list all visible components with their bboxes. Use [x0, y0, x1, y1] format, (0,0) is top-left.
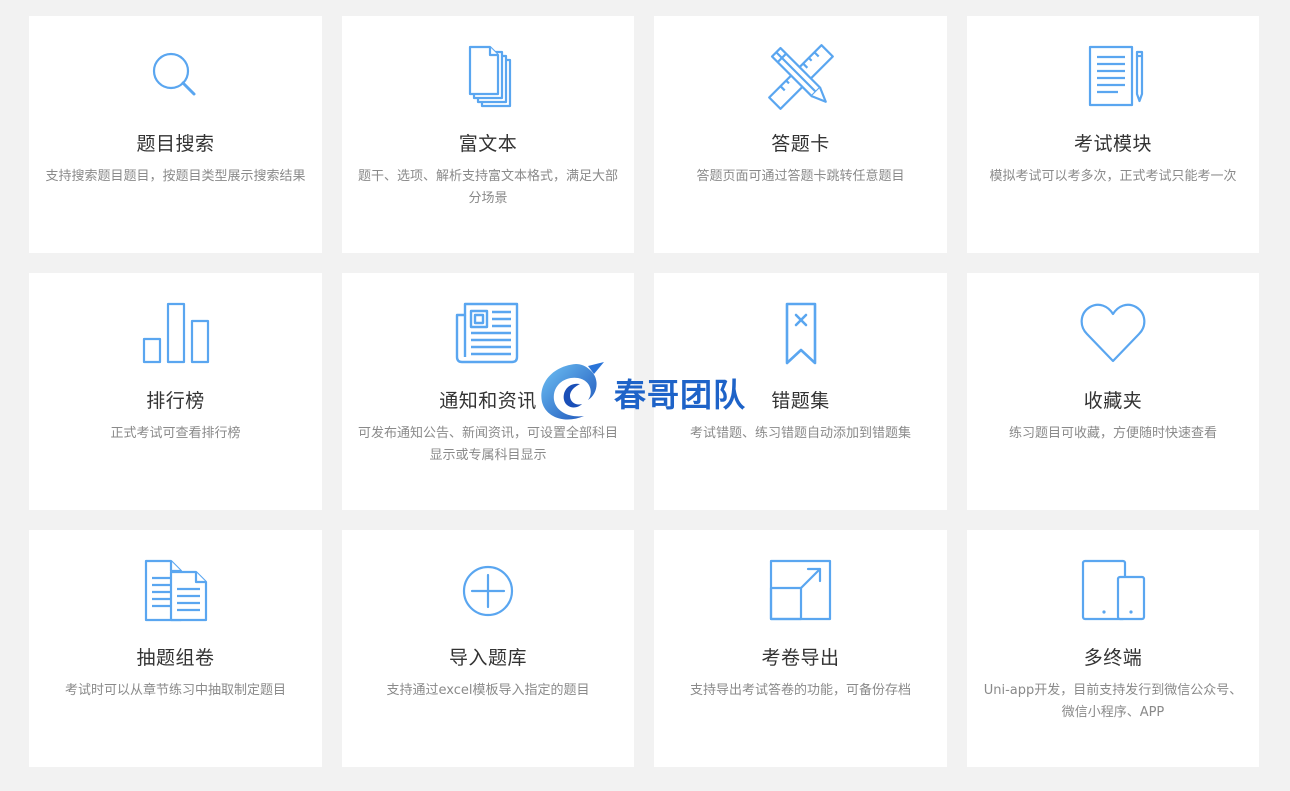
card-description: 题干、选项、解析支持富文本格式，满足大部分场景 — [357, 169, 618, 206]
card-description: 考试错题、练习错题自动添加到错题集 — [689, 426, 911, 441]
feature-card-random-paper[interactable]: 抽题组卷 考试时可以从章节练习中抽取制定题目 — [29, 530, 322, 767]
card-title: 考试模块 — [1073, 133, 1152, 155]
feature-card-favorites[interactable]: 收藏夹 练习题目可收藏，方便随时快速查看 — [967, 273, 1259, 510]
card-description: 模拟考试可以考多次，正式考试只能考一次 — [989, 169, 1237, 184]
heart-icon — [1078, 301, 1148, 367]
document-stack-icon — [141, 558, 211, 624]
card-description: 可发布通知公告、新闻资讯，可设置全部科目显示或专属科目显示 — [357, 426, 618, 463]
card-title: 导入题库 — [448, 647, 527, 669]
card-description: 考试时可以从章节练习中抽取制定题目 — [64, 683, 286, 698]
card-title: 富文本 — [458, 133, 518, 155]
feature-card-search[interactable]: 题目搜索 支持搜索题目题目，按题目类型展示搜索结果 — [29, 16, 322, 253]
card-description: Uni-app开发，目前支持发行到微信公众号、微信小程序、APP — [983, 683, 1243, 720]
card-description: 答题页面可通过答题卡跳转任意题目 — [696, 169, 905, 184]
plus-circle-icon — [453, 558, 523, 624]
watermark-text: 春哥团队 — [614, 376, 747, 414]
card-description: 练习题目可收藏，方便随时快速查看 — [1008, 426, 1217, 441]
watermark: 春哥团队 — [536, 360, 746, 426]
ruler-pencil-icon — [766, 44, 836, 110]
card-title: 题目搜索 — [136, 133, 215, 155]
card-title: 错题集 — [771, 390, 830, 412]
feature-card-export[interactable]: 考卷导出 支持导出考试答卷的功能，可备份存档 — [654, 530, 947, 767]
card-title: 排行榜 — [146, 390, 205, 412]
feature-card-answer-sheet[interactable]: 答题卡 答题页面可通过答题卡跳转任意题目 — [654, 16, 947, 253]
card-title: 考卷导出 — [761, 647, 840, 669]
card-title: 收藏夹 — [1083, 390, 1143, 412]
documents-icon — [453, 44, 523, 110]
feature-card-leaderboard[interactable]: 排行榜 正式考试可查看排行榜 — [29, 273, 322, 510]
card-description: 支持搜索题目题目，按题目类型展示搜索结果 — [45, 169, 306, 184]
logo-swirl-icon — [541, 362, 604, 420]
feature-card-multi-platform[interactable]: 多终端 Uni-app开发，目前支持发行到微信公众号、微信小程序、APP — [967, 530, 1259, 767]
feature-card-import[interactable]: 导入题库 支持通过excel模板导入指定的题目 — [342, 530, 634, 767]
card-description: 支持通过excel模板导入指定的题目 — [386, 683, 590, 698]
newspaper-icon — [453, 301, 523, 367]
card-title: 多终端 — [1083, 647, 1143, 669]
notepad-pencil-icon — [1078, 44, 1148, 110]
card-title: 抽题组卷 — [136, 647, 215, 669]
feature-card-exam-module[interactable]: 考试模块 模拟考试可以考多次，正式考试只能考一次 — [967, 16, 1259, 253]
search-icon — [141, 44, 211, 110]
bar-chart-icon — [141, 301, 211, 367]
card-description: 正式考试可查看排行榜 — [110, 426, 241, 441]
card-title: 答题卡 — [771, 133, 830, 155]
feature-card-rich-text[interactable]: 富文本 题干、选项、解析支持富文本格式，满足大部分场景 — [342, 16, 634, 253]
bookmark-x-icon — [766, 301, 836, 367]
card-description: 支持导出考试答卷的功能，可备份存档 — [689, 683, 911, 698]
export-icon — [766, 558, 836, 624]
card-title: 通知和资讯 — [439, 390, 537, 412]
devices-icon — [1078, 558, 1148, 624]
